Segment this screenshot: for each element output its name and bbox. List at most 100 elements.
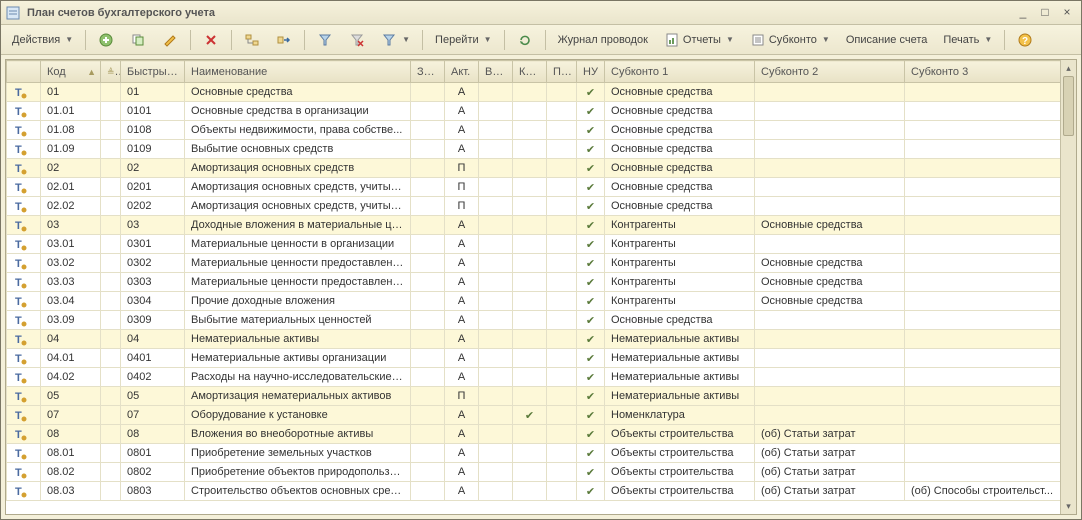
- move-button[interactable]: [269, 29, 299, 51]
- table-row[interactable]: T02.010201Амортизация основных средств, …: [7, 178, 1061, 197]
- akt-cell: П: [445, 178, 479, 197]
- sub3-cell: [905, 121, 1061, 140]
- col-sort-indicator[interactable]: ≜: [101, 61, 121, 83]
- col-kol[interactable]: Кол.: [513, 61, 547, 83]
- name-cell: Вложения во внеоборотные активы: [185, 425, 411, 444]
- col-po[interactable]: По...: [547, 61, 577, 83]
- sub2-cell: [755, 102, 905, 121]
- scroll-thumb[interactable]: [1063, 76, 1074, 136]
- hierarchy-button[interactable]: [237, 29, 267, 51]
- subkonto-menu[interactable]: Субконто▼: [743, 29, 837, 51]
- table-row[interactable]: T04.020402Расходы на научно-исследовател…: [7, 368, 1061, 387]
- table-row[interactable]: T0808Вложения во внеоборотные активыА✔Об…: [7, 425, 1061, 444]
- sub2-cell: [755, 406, 905, 425]
- table-row[interactable]: T02.020202Амортизация основных средств, …: [7, 197, 1061, 216]
- scroll-track[interactable]: [1061, 76, 1076, 498]
- col-nu[interactable]: НУ: [577, 61, 605, 83]
- col-name[interactable]: Наименование: [185, 61, 411, 83]
- table-row[interactable]: T0404Нематериальные активыА✔Нематериальн…: [7, 330, 1061, 349]
- akt-cell: А: [445, 330, 479, 349]
- help-button[interactable]: ?: [1010, 29, 1040, 51]
- scroll-up-button[interactable]: ▴: [1061, 60, 1076, 76]
- row-icon-cell: T: [7, 482, 41, 501]
- print-menu[interactable]: Печать▼: [936, 29, 999, 51]
- journal-button[interactable]: Журнал проводок: [551, 29, 655, 51]
- sub1-cell: Контрагенты: [605, 254, 755, 273]
- svg-text:T: T: [15, 372, 22, 384]
- add-button[interactable]: [91, 29, 121, 51]
- col-sub2[interactable]: Субконто 2: [755, 61, 905, 83]
- table-row[interactable]: T03.010301Материальные ценности в органи…: [7, 235, 1061, 254]
- sub2-cell: [755, 178, 905, 197]
- row-icon-cell: T: [7, 235, 41, 254]
- table-row[interactable]: T08.010801Приобретение земельных участко…: [7, 444, 1061, 463]
- filter-button[interactable]: [310, 29, 340, 51]
- table-row[interactable]: T01.090109Выбытие основных средствА✔Осно…: [7, 140, 1061, 159]
- sub3-cell: [905, 406, 1061, 425]
- sort-cell: [101, 235, 121, 254]
- nu-cell: ✔: [577, 178, 605, 197]
- funnel-icon: [317, 32, 333, 48]
- delete-button[interactable]: [196, 29, 226, 51]
- vertical-scrollbar[interactable]: ▴ ▾: [1060, 60, 1076, 514]
- table-row[interactable]: T0707Оборудование к установкеА✔✔Номенкла…: [7, 406, 1061, 425]
- sub1-cell: Нематериальные активы: [605, 387, 755, 406]
- table-row[interactable]: T01.080108Объекты недвижимости, права со…: [7, 121, 1061, 140]
- minimize-button[interactable]: _: [1013, 5, 1033, 21]
- account-icon: T: [13, 275, 27, 289]
- sub3-cell: [905, 349, 1061, 368]
- table-row[interactable]: T04.010401Нематериальные активы организа…: [7, 349, 1061, 368]
- col-val[interactable]: Вал.: [479, 61, 513, 83]
- table-row[interactable]: T03.040304Прочие доходные вложенияА✔Конт…: [7, 292, 1061, 311]
- close-button[interactable]: ×: [1057, 5, 1077, 21]
- po-cell: [547, 330, 577, 349]
- val-cell: [479, 121, 513, 140]
- svg-text:T: T: [15, 486, 22, 498]
- reports-menu[interactable]: Отчеты▼: [657, 29, 741, 51]
- sub1-cell: Основные средства: [605, 83, 755, 102]
- actions-menu[interactable]: Действия▼: [5, 29, 80, 51]
- copy-button[interactable]: [123, 29, 153, 51]
- scroll-down-button[interactable]: ▾: [1061, 498, 1076, 514]
- val-cell: [479, 387, 513, 406]
- zab-cell: [411, 330, 445, 349]
- filter-off-button[interactable]: [342, 29, 372, 51]
- table-row[interactable]: T0505Амортизация нематериальных активовП…: [7, 387, 1061, 406]
- col-icon[interactable]: [7, 61, 41, 83]
- po-cell: [547, 83, 577, 102]
- refresh-button[interactable]: [510, 29, 540, 51]
- table-row[interactable]: T0101Основные средстваА✔Основные средств…: [7, 83, 1061, 102]
- sub3-cell: [905, 254, 1061, 273]
- col-akt[interactable]: Акт.: [445, 61, 479, 83]
- table-row[interactable]: T08.020802Приобретение объектов природоп…: [7, 463, 1061, 482]
- po-cell: [547, 159, 577, 178]
- col-sub3[interactable]: Субконто 3: [905, 61, 1061, 83]
- val-cell: [479, 406, 513, 425]
- maximize-button[interactable]: □: [1035, 5, 1055, 21]
- table-row[interactable]: T03.090309Выбытие материальных ценностей…: [7, 311, 1061, 330]
- quick-cell: 0801: [121, 444, 185, 463]
- col-zab[interactable]: Заб.: [411, 61, 445, 83]
- row-icon-cell: T: [7, 121, 41, 140]
- goto-menu[interactable]: Перейти▼: [428, 29, 499, 51]
- table-row[interactable]: T03.020302Материальные ценности предоста…: [7, 254, 1061, 273]
- sub1-cell: Контрагенты: [605, 292, 755, 311]
- nu-cell: ✔: [577, 482, 605, 501]
- sub2-cell: (об) Статьи затрат: [755, 425, 905, 444]
- table-row[interactable]: T01.010101Основные средства в организаци…: [7, 102, 1061, 121]
- col-code[interactable]: Код▲: [41, 61, 101, 83]
- name-cell: Приобретение земельных участков: [185, 444, 411, 463]
- table-row[interactable]: T0303Доходные вложения в материальные це…: [7, 216, 1061, 235]
- table-row[interactable]: T08.030803Строительство объектов основны…: [7, 482, 1061, 501]
- chevron-down-icon: ▼: [726, 35, 734, 44]
- table-row[interactable]: T03.030303Материальные ценности предоста…: [7, 273, 1061, 292]
- col-quick[interactable]: Быстрый...: [121, 61, 185, 83]
- sort-cell: [101, 463, 121, 482]
- table-row[interactable]: T0202Амортизация основных средствП✔Основ…: [7, 159, 1061, 178]
- description-button[interactable]: Описание счета: [839, 29, 935, 51]
- help-icon: ?: [1017, 32, 1033, 48]
- account-icon: T: [13, 142, 27, 156]
- edit-button[interactable]: [155, 29, 185, 51]
- filter-criteria-button[interactable]: ▼: [374, 29, 417, 51]
- col-sub1[interactable]: Субконто 1: [605, 61, 755, 83]
